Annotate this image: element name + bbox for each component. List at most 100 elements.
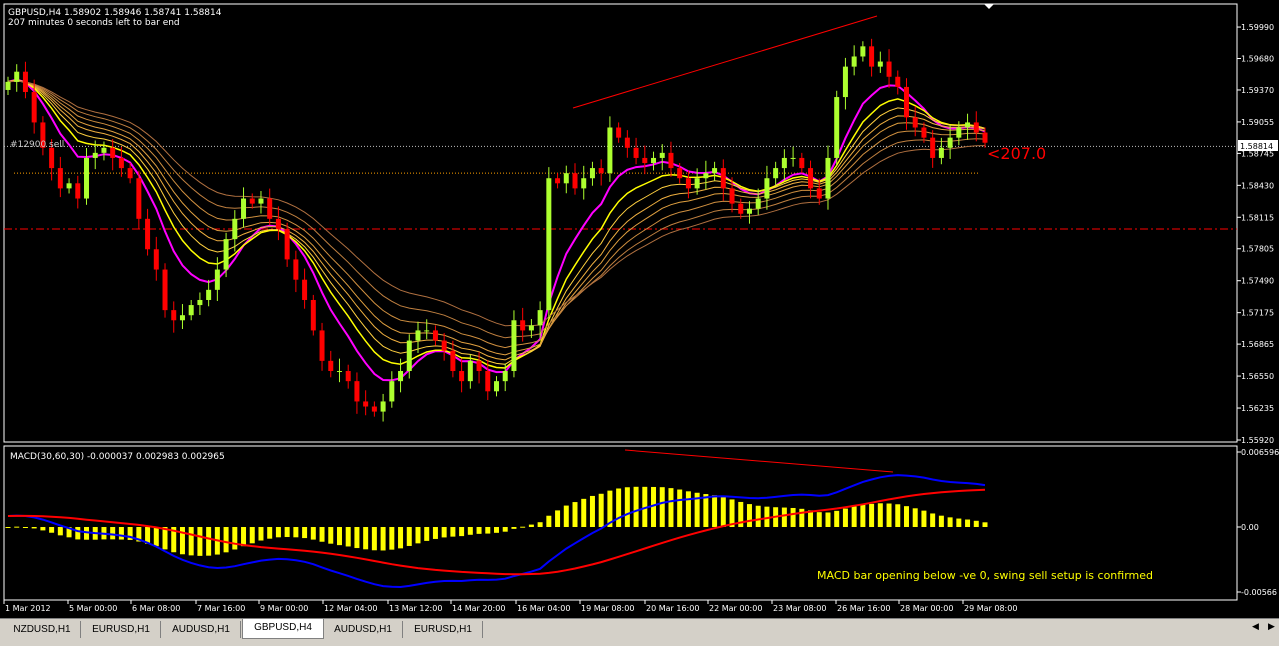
price-tick-label: 1.56235 — [1241, 404, 1274, 413]
macd-histogram-bar — [842, 508, 848, 527]
time-tick-label: 19 Mar 08:00 — [581, 604, 634, 613]
macd-histogram-bar — [415, 527, 421, 544]
scroll-right-icon[interactable]: ▶ — [1268, 622, 1275, 632]
candle-body — [738, 203, 744, 214]
macd-histogram-bar — [869, 503, 875, 527]
order-sell-label[interactable]: #12900 sell — [10, 140, 64, 150]
macd-histogram-bar — [973, 520, 979, 527]
candle-body — [808, 168, 814, 189]
candle-body — [842, 66, 848, 98]
macd-note: MACD bar opening below -ve 0, swing sell… — [817, 569, 1153, 582]
candle-body — [284, 228, 290, 260]
candle-body — [232, 218, 238, 240]
macd-histogram-bar — [22, 527, 28, 528]
candle-body — [223, 239, 229, 270]
macd-histogram-bar — [389, 527, 395, 550]
chart-tab[interactable]: NZDUSD,H1 — [4, 621, 81, 638]
candle-body — [973, 122, 979, 133]
macd-label: MACD(30,60,30) -0.000037 0.002983 0.0029… — [10, 452, 225, 462]
time-tick-label: 16 Mar 04:00 — [517, 604, 570, 613]
macd-histogram-bar — [895, 504, 901, 527]
time-tick-label: 23 Mar 08:00 — [773, 604, 826, 613]
time-tick-label: 1 Mar 2012 — [5, 604, 51, 613]
macd-histogram-bar — [441, 527, 447, 538]
macd-histogram-bar — [354, 527, 360, 549]
price-tick-label: 1.57490 — [1241, 277, 1274, 286]
chart-window[interactable]: 1.599901.596801.593701.590551.587451.584… — [0, 0, 1279, 645]
macd-histogram-bar — [188, 527, 194, 556]
candle-body — [398, 371, 404, 382]
macd-histogram-bar — [921, 510, 927, 527]
macd-histogram-bar — [877, 503, 883, 527]
candle-body — [703, 173, 709, 179]
candle-body — [589, 168, 595, 179]
status-strip — [0, 640, 1279, 645]
candle-body — [14, 71, 20, 82]
candle-body — [921, 127, 927, 138]
chart-tab[interactable]: AUDUSD,H1 — [324, 621, 403, 638]
macd-histogram-bar — [432, 527, 438, 539]
macd-histogram-bar — [258, 527, 264, 541]
macd-histogram-bar — [476, 527, 482, 534]
candle-body — [563, 173, 569, 184]
scroll-left-icon[interactable]: ◀ — [1252, 622, 1259, 632]
price-tick-label: 1.58115 — [1241, 213, 1274, 222]
candle-body — [528, 325, 534, 331]
candle-body — [336, 371, 342, 373]
macd-histogram-bar — [249, 527, 255, 544]
candle-body — [624, 137, 630, 148]
candle-body — [764, 178, 770, 199]
candle-body — [633, 147, 639, 158]
candle-body — [171, 310, 177, 321]
macd-histogram-bar — [206, 527, 212, 556]
macd-histogram-bar — [834, 510, 840, 527]
macd-histogram-bar — [703, 494, 709, 527]
candle-body — [101, 147, 107, 153]
macd-histogram-bar — [720, 497, 726, 527]
candle-body — [746, 208, 752, 214]
candle-body — [441, 340, 447, 351]
candle-body — [380, 401, 386, 412]
candle-body — [581, 178, 587, 189]
macd-tick-label: 0.00 — [1241, 523, 1259, 532]
macd-histogram-bar — [40, 527, 46, 531]
candle-body — [598, 168, 604, 174]
candle-body — [502, 371, 508, 382]
macd-histogram-bar — [746, 504, 752, 527]
chart-tab[interactable]: EURUSD,H1 — [404, 621, 483, 638]
macd-histogram-bar — [275, 527, 281, 538]
macd-histogram-bar — [267, 527, 273, 539]
candle-body — [476, 360, 482, 372]
macd-histogram-bar — [241, 527, 247, 547]
macd-histogram-bar — [336, 527, 342, 546]
candle-body — [179, 315, 185, 321]
macd-histogram-bar — [49, 527, 55, 533]
chart-tab[interactable]: GBPUSD,H4 — [242, 619, 324, 639]
macd-histogram-bar — [930, 513, 936, 527]
candle-body — [956, 127, 962, 138]
candle-body — [947, 137, 953, 148]
macd-histogram-bar — [179, 527, 185, 555]
candle-body — [799, 157, 805, 169]
price-tick-label: 1.56865 — [1241, 340, 1274, 349]
price-tick-label: 1.56550 — [1241, 372, 1274, 381]
candle-body — [450, 350, 456, 372]
candle-body — [127, 168, 133, 179]
candle-body — [781, 157, 787, 169]
candle-body — [57, 168, 63, 189]
candle-body — [877, 61, 883, 67]
candle-body — [319, 330, 325, 361]
macd-histogram-bar — [808, 510, 814, 527]
macd-histogram-bar — [371, 527, 377, 551]
chart-tab[interactable]: EURUSD,H1 — [82, 621, 161, 638]
candle-body — [267, 198, 273, 219]
candle-body — [432, 330, 438, 341]
time-tick-label: 12 Mar 04:00 — [324, 604, 377, 613]
candle-body — [310, 299, 316, 331]
macd-histogram-bar — [485, 527, 491, 534]
candle-body — [642, 157, 648, 164]
macd-histogram-bar — [380, 527, 386, 551]
macd-histogram-bar — [537, 522, 543, 527]
chart-tab[interactable]: AUDUSD,H1 — [162, 621, 241, 638]
macd-histogram-bar — [57, 527, 63, 536]
